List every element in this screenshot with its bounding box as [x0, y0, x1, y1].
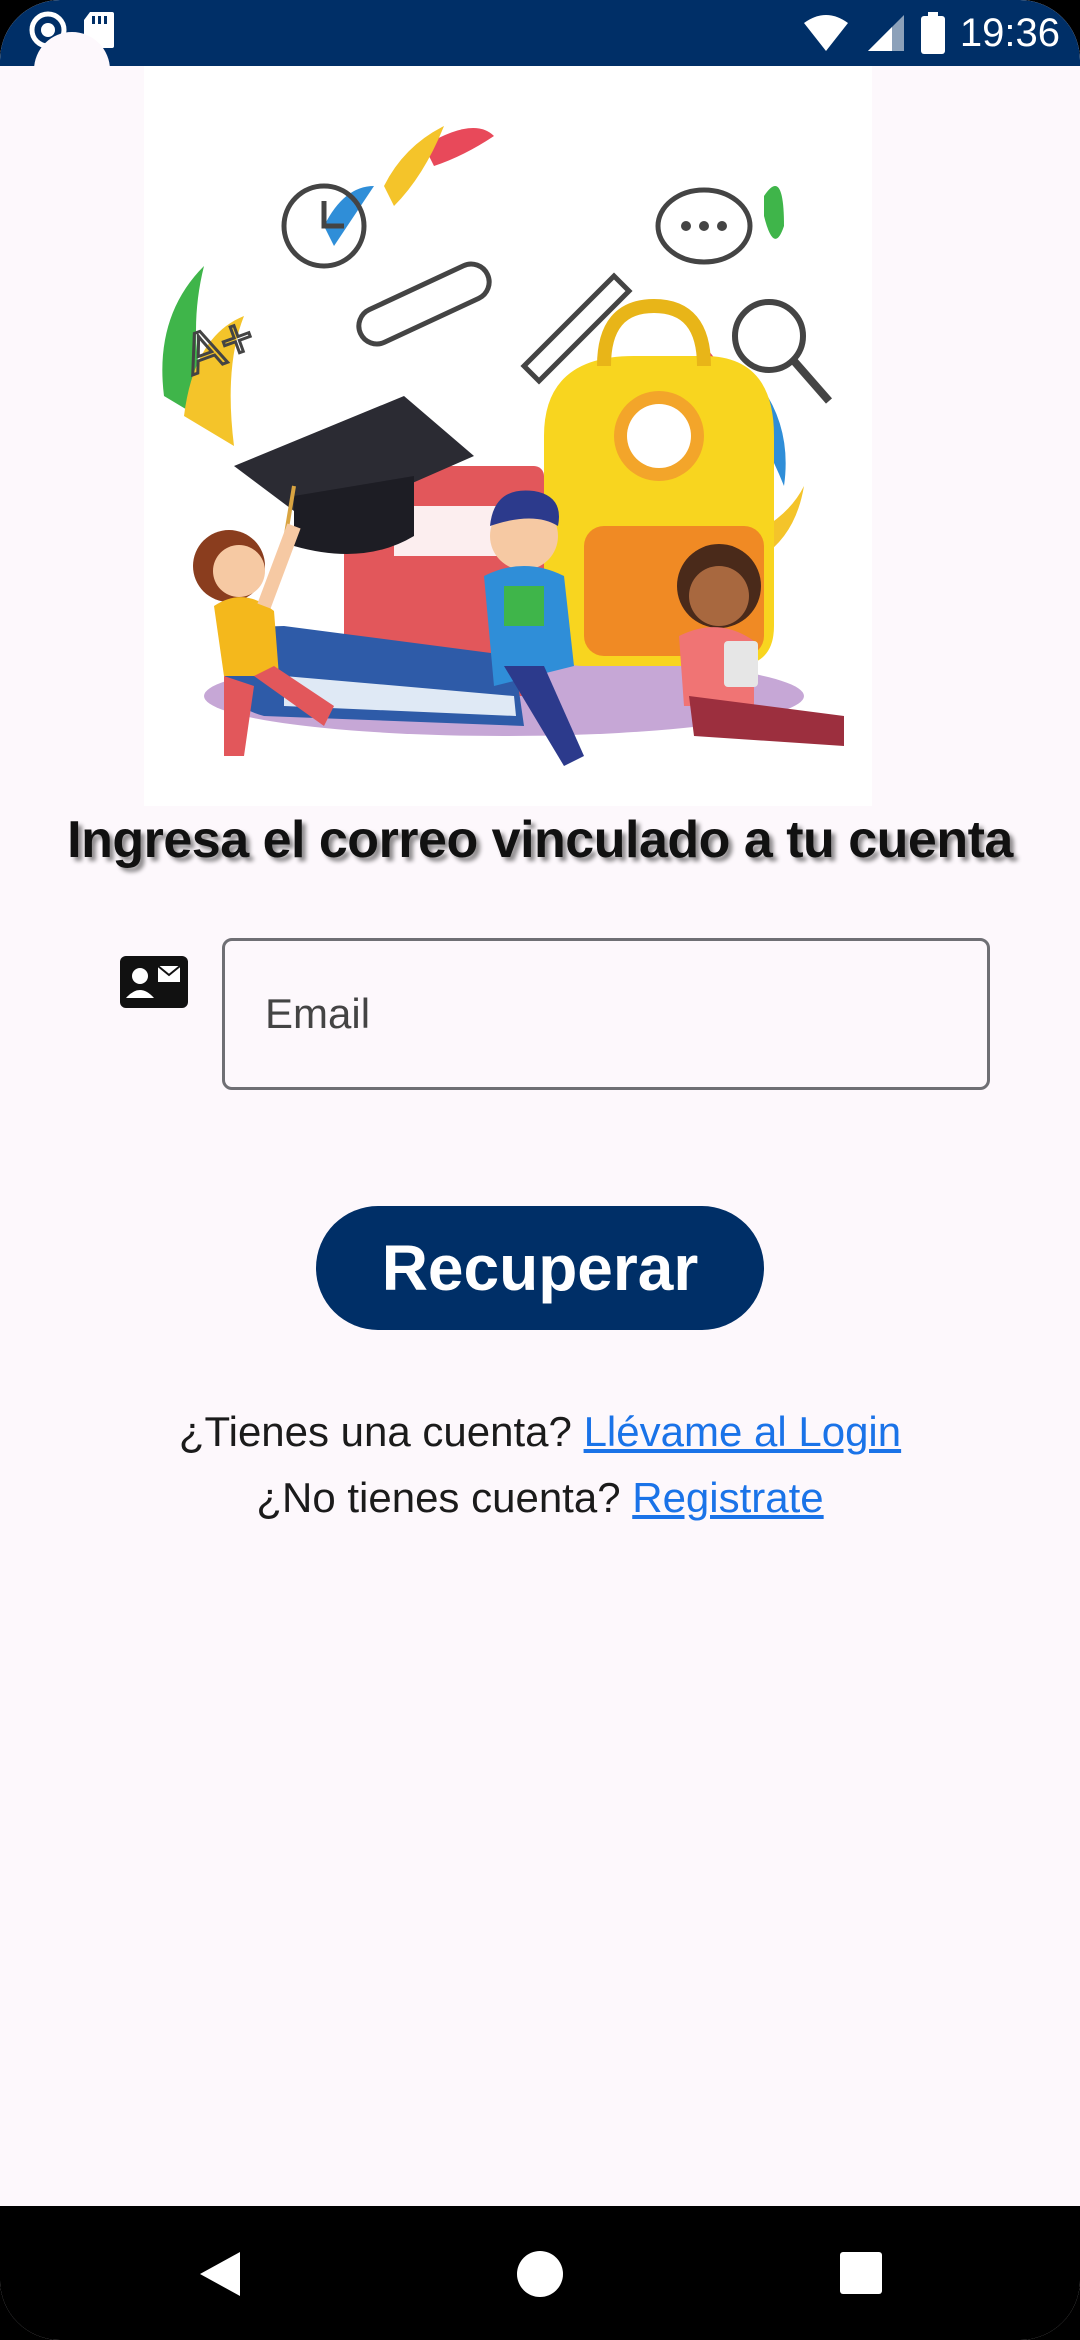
login-line: ¿Tienes una cuenta? Llévame al Login — [0, 1408, 1080, 1456]
recents-icon[interactable] — [840, 2252, 882, 2294]
wifi-icon — [803, 15, 848, 51]
recover-button[interactable]: Recuperar — [316, 1206, 764, 1330]
camera-cutout — [34, 32, 110, 108]
status-time: 19:36 — [959, 11, 1060, 55]
login-prompt: ¿Tienes una cuenta? — [178, 1408, 572, 1455]
register-prompt: ¿No tienes cuenta? — [256, 1474, 621, 1521]
register-line: ¿No tienes cuenta? Registrate — [0, 1474, 1080, 1522]
navigation-bar — [0, 2206, 1080, 2340]
login-link[interactable]: Llévame al Login — [584, 1408, 902, 1455]
app-screen: 19:36 A+ Ingresa el correo vinculado a t… — [0, 0, 1080, 2340]
email-input[interactable] — [222, 938, 990, 1090]
status-bar: 19:36 — [0, 0, 1080, 66]
contact-mail-icon — [120, 956, 188, 1008]
home-icon[interactable] — [516, 2250, 564, 2298]
education-illustration-icon: A+ — [162, 126, 844, 766]
education-illustration: A+ — [144, 66, 872, 806]
signal-icon — [867, 15, 904, 51]
battery-icon — [920, 12, 945, 54]
back-icon[interactable] — [198, 2250, 242, 2298]
page-heading: Ingresa el correo vinculado a tu cuenta — [67, 811, 1013, 869]
register-link[interactable]: Registrate — [632, 1474, 823, 1521]
status-right: 19:36 — [802, 6, 1060, 60]
